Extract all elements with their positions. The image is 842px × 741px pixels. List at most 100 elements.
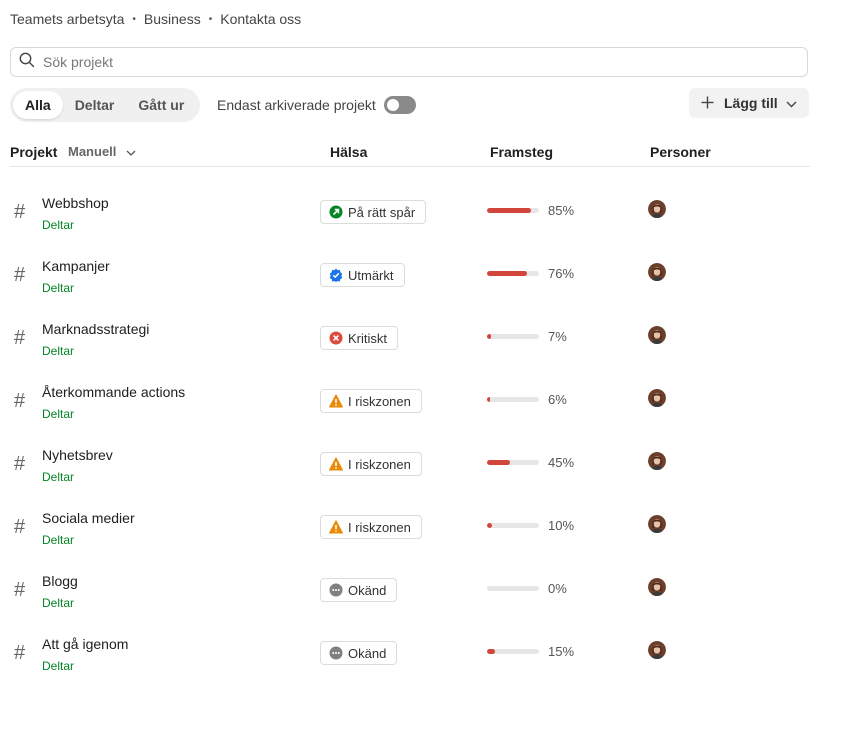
- project-name[interactable]: Kampanjer: [42, 258, 110, 274]
- membership-status: Deltar: [42, 596, 75, 610]
- chevron-down-icon: [786, 95, 797, 111]
- arrow-up-right-icon: [329, 205, 343, 219]
- archived-toggle-label: Endast arkiverade projekt: [217, 97, 376, 113]
- search-box[interactable]: [10, 47, 808, 77]
- badge-check-icon: [329, 268, 343, 282]
- health-badge[interactable]: I riskzonen: [320, 515, 422, 539]
- health-label: Okänd: [348, 645, 387, 661]
- breadcrumb-item-workspace[interactable]: Teamets arbetsyta: [10, 11, 124, 27]
- progress-percent: 15%: [548, 644, 575, 659]
- progress-percent: 45%: [548, 455, 575, 470]
- project-row[interactable]: # Återkommande actions Deltar I riskzonen 6%: [10, 379, 810, 429]
- search-icon: [19, 52, 35, 73]
- progress-fill: [487, 460, 511, 465]
- health-badge[interactable]: I riskzonen: [320, 389, 422, 413]
- dots-circle-icon: [329, 583, 343, 597]
- health-badge[interactable]: I riskzonen: [320, 452, 422, 476]
- avatar[interactable]: [648, 200, 666, 218]
- health-badge[interactable]: På rätt spår: [320, 200, 427, 224]
- project-name[interactable]: Marknadsstrategi: [42, 321, 149, 337]
- membership-status: Deltar: [42, 407, 75, 421]
- health-label: I riskzonen: [348, 456, 411, 472]
- project-row[interactable]: # Nyhetsbrev Deltar I riskzonen 45%: [10, 442, 810, 492]
- progress-percent: 6%: [548, 392, 567, 407]
- membership-status: Deltar: [42, 470, 75, 484]
- hash-icon: #: [14, 642, 26, 664]
- project-name[interactable]: Återkommande actions: [42, 384, 185, 400]
- warning-icon: [329, 520, 343, 534]
- project-row[interactable]: # Kampanjer Deltar Utmärkt 76%: [10, 253, 810, 303]
- progress-bar: [487, 649, 539, 654]
- progress-fill: [487, 334, 491, 339]
- add-button-label: Lägg till: [724, 95, 778, 111]
- hash-icon: #: [14, 327, 26, 349]
- project-row[interactable]: # Blogg Deltar Okänd 0%: [10, 568, 810, 618]
- membership-status: Deltar: [42, 281, 75, 295]
- health-label: Kritiskt: [348, 330, 387, 346]
- membership-status: Deltar: [42, 659, 75, 673]
- tab-joined[interactable]: Deltar: [63, 91, 127, 119]
- membership-status: Deltar: [42, 533, 75, 547]
- sort-dropdown[interactable]: Manuell: [68, 144, 136, 159]
- health-label: I riskzonen: [348, 393, 411, 409]
- breadcrumb-item-contact[interactable]: Kontakta oss: [220, 11, 301, 27]
- hash-icon: #: [14, 264, 26, 286]
- tab-left[interactable]: Gått ur: [126, 91, 196, 119]
- project-row[interactable]: # Att gå igenom Deltar Okänd 15%: [10, 631, 810, 681]
- membership-status: Deltar: [42, 218, 75, 232]
- health-badge[interactable]: Okänd: [320, 641, 398, 665]
- hash-icon: #: [14, 453, 26, 475]
- project-name[interactable]: Nyhetsbrev: [42, 447, 113, 463]
- progress-percent: 0%: [548, 581, 567, 596]
- search-input[interactable]: [41, 53, 785, 71]
- breadcrumb-separator: •: [132, 13, 136, 25]
- health-badge[interactable]: Kritiskt: [320, 326, 398, 350]
- filter-tabs: Alla Deltar Gått ur: [10, 88, 200, 122]
- progress-fill: [487, 397, 491, 402]
- progress-bar: [487, 271, 539, 276]
- dots-circle-icon: [329, 646, 343, 660]
- avatar[interactable]: [648, 389, 666, 407]
- health-label: Utmärkt: [348, 267, 394, 283]
- breadcrumb-item-business[interactable]: Business: [144, 11, 201, 27]
- progress-fill: [487, 649, 495, 654]
- plus-icon: [701, 93, 714, 114]
- progress-bar: [487, 460, 539, 465]
- column-project: Projekt: [10, 144, 58, 160]
- sort-label: Manuell: [68, 144, 117, 159]
- column-people: Personer: [650, 144, 711, 160]
- avatar[interactable]: [648, 515, 666, 533]
- progress-percent: 76%: [548, 266, 575, 281]
- add-button[interactable]: Lägg till: [689, 88, 809, 118]
- archived-filter: Endast arkiverade projekt: [217, 96, 416, 114]
- project-name[interactable]: Sociala medier: [42, 510, 135, 526]
- warning-icon: [329, 457, 343, 471]
- project-row[interactable]: # Marknadsstrategi Deltar Kritiskt 7%: [10, 316, 810, 366]
- avatar[interactable]: [648, 641, 666, 659]
- avatar[interactable]: [648, 263, 666, 281]
- health-badge[interactable]: Utmärkt: [320, 263, 405, 287]
- progress-bar: [487, 523, 539, 528]
- progress-bar: [487, 334, 539, 339]
- tab-all[interactable]: Alla: [13, 91, 63, 119]
- health-label: I riskzonen: [348, 519, 411, 535]
- progress-fill: [487, 523, 493, 528]
- project-row[interactable]: # Webbshop Deltar På rätt spår 85%: [10, 190, 810, 240]
- avatar[interactable]: [648, 452, 666, 470]
- project-name[interactable]: Att gå igenom: [42, 636, 128, 652]
- avatar[interactable]: [648, 578, 666, 596]
- avatar[interactable]: [648, 326, 666, 344]
- project-name[interactable]: Blogg: [42, 573, 78, 589]
- progress-bar: [487, 586, 539, 591]
- progress-bar: [487, 208, 539, 213]
- project-row[interactable]: # Sociala medier Deltar I riskzonen 10%: [10, 505, 810, 555]
- health-badge[interactable]: Okänd: [320, 578, 398, 602]
- archived-toggle[interactable]: [383, 96, 416, 114]
- project-name[interactable]: Webbshop: [42, 195, 109, 211]
- progress-bar: [487, 397, 539, 402]
- progress-percent: 85%: [548, 203, 575, 218]
- membership-status: Deltar: [42, 344, 75, 358]
- hash-icon: #: [14, 516, 26, 538]
- breadcrumb-separator: •: [208, 13, 213, 25]
- hash-icon: #: [14, 201, 26, 223]
